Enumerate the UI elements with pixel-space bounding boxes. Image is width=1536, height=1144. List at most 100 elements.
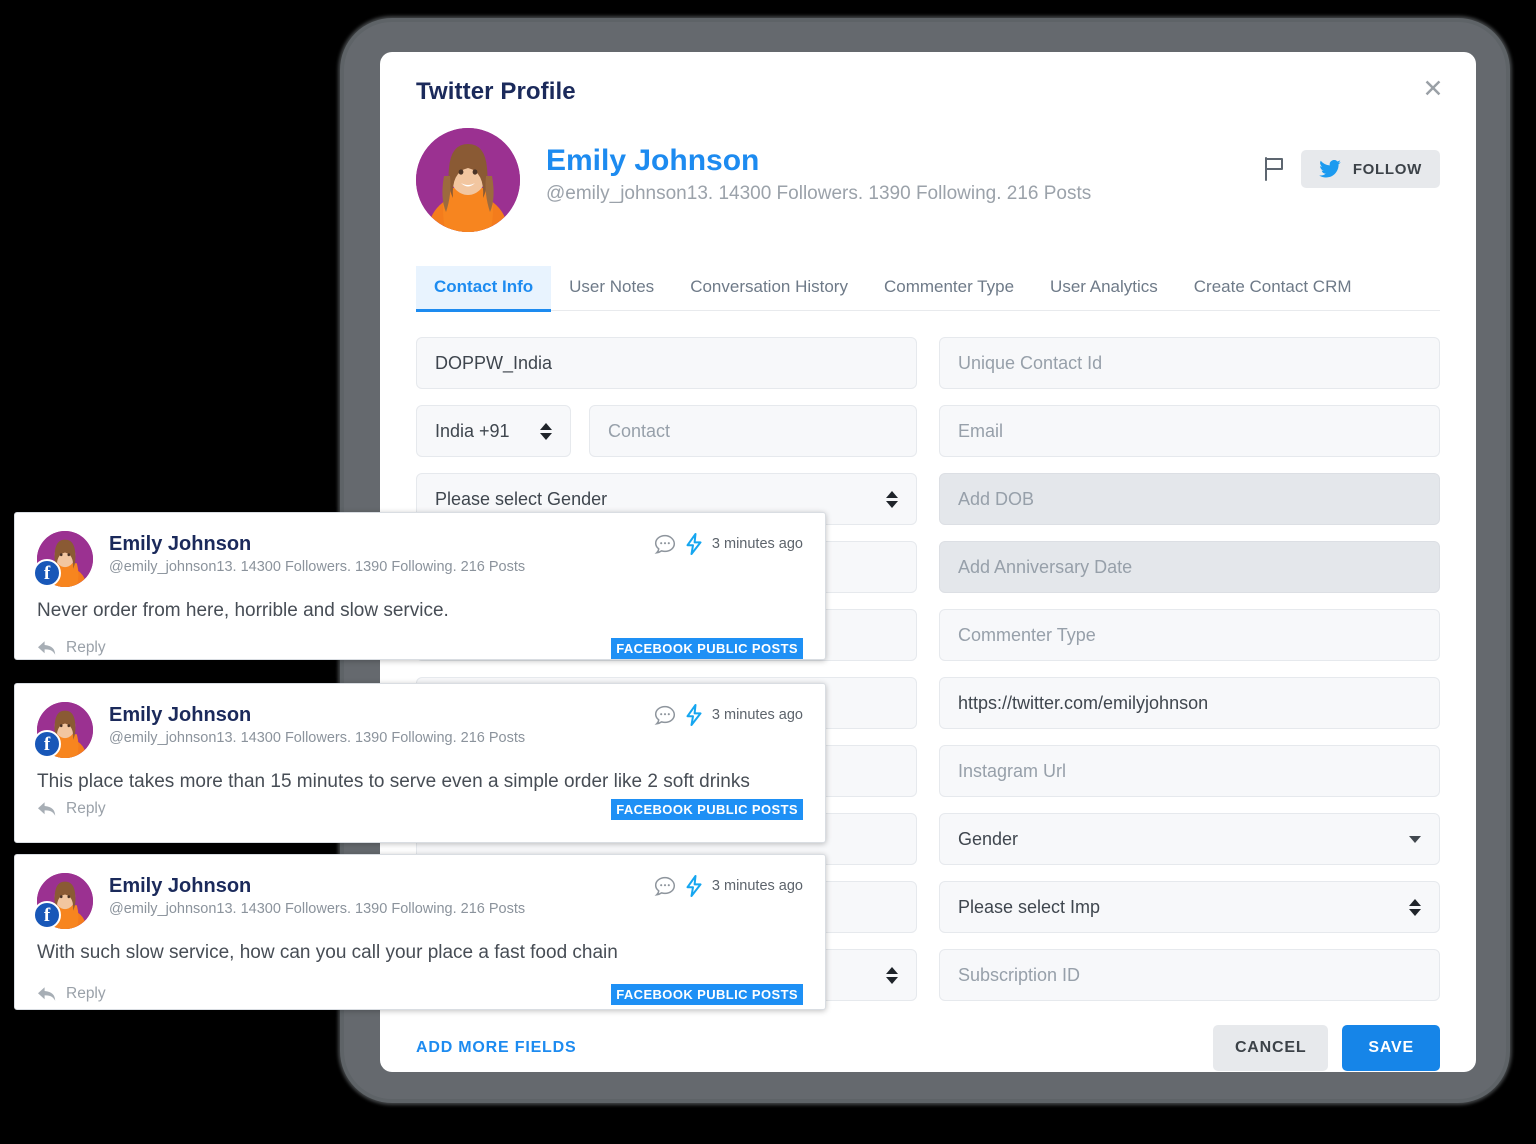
comment-author: Emily Johnson @emily_johnson13. 14300 Fo… bbox=[109, 702, 525, 746]
tab-commenter-type[interactable]: Commenter Type bbox=[866, 266, 1032, 310]
save-button[interactable]: SAVE bbox=[1342, 1025, 1440, 1071]
comment-header: f Emily Johnson @emily_johnson13. 14300 … bbox=[33, 873, 803, 929]
gender-select-left-value: Please select Gender bbox=[435, 488, 608, 509]
comment-avatar-wrap: f bbox=[33, 531, 93, 587]
comment-header: f Emily Johnson @emily_johnson13. 14300 … bbox=[33, 702, 803, 758]
tab-bar: Contact Info User Notes Conversation His… bbox=[416, 266, 1440, 312]
comment-footer: Reply FACEBOOK PUBLIC POSTS bbox=[37, 798, 803, 820]
comment-body: This place takes more than 15 minutes to… bbox=[37, 771, 750, 792]
email-field[interactable]: Email bbox=[939, 405, 1440, 457]
name-field[interactable]: DOPPW_India bbox=[416, 337, 917, 389]
comment-meta: 3 minutes ago bbox=[654, 533, 803, 555]
imp-select-value: Please select Imp bbox=[958, 896, 1101, 917]
profile-header: Emily Johnson @emily_johnson13. 14300 Fo… bbox=[416, 128, 1440, 244]
comment-author: Emily Johnson @emily_johnson13. 14300 Fo… bbox=[109, 531, 525, 575]
subscription-id-field[interactable]: Subscription ID bbox=[939, 949, 1440, 1001]
add-more-fields-link[interactable]: ADD MORE FIELDS bbox=[416, 1039, 576, 1057]
comment-header: f Emily Johnson @emily_johnson13. 14300 … bbox=[33, 531, 803, 587]
flag-icon[interactable] bbox=[1263, 157, 1285, 181]
profile-stats: @emily_johnson13. 14300 Followers. 1390 … bbox=[546, 183, 1092, 204]
stepper-arrows-icon bbox=[886, 966, 898, 984]
comment-card: f Emily Johnson @emily_johnson13. 14300 … bbox=[14, 854, 826, 1010]
reply-button[interactable]: Reply bbox=[37, 800, 106, 818]
footer-buttons: CANCEL SAVE bbox=[1212, 1025, 1440, 1071]
profile-actions: FOLLOW bbox=[1263, 150, 1440, 188]
comment-meta: 3 minutes ago bbox=[654, 704, 803, 726]
reply-arrow-icon bbox=[38, 986, 56, 1001]
lightning-bolt-icon[interactable] bbox=[685, 704, 703, 726]
dob-field[interactable]: Add DOB bbox=[939, 473, 1440, 525]
country-code-value: India +91 bbox=[435, 420, 510, 441]
page-title: Twitter Profile bbox=[416, 78, 576, 105]
comment-meta: 3 minutes ago bbox=[654, 875, 803, 897]
contact-row: India +91 Contact bbox=[416, 405, 917, 457]
comment-author-stats: @emily_johnson13. 14300 Followers. 1390 … bbox=[109, 559, 526, 575]
facebook-icon: f bbox=[33, 901, 61, 929]
status-badge: FACEBOOK PUBLIC POSTS bbox=[611, 637, 803, 659]
comment-avatar-wrap: f bbox=[33, 702, 93, 758]
gender-dropdown[interactable]: Gender bbox=[939, 813, 1440, 865]
commenter-type-field[interactable]: Commenter Type bbox=[939, 609, 1440, 661]
anniversary-date-field[interactable]: Add Anniversary Date bbox=[939, 541, 1440, 593]
lightning-bolt-icon[interactable] bbox=[685, 533, 703, 555]
reply-label: Reply bbox=[66, 639, 106, 657]
imp-select[interactable]: Please select Imp bbox=[939, 881, 1440, 933]
comment-card: f Emily Johnson @emily_johnson13. 14300 … bbox=[14, 683, 826, 843]
reply-label: Reply bbox=[66, 985, 106, 1003]
country-code-select[interactable]: India +91 bbox=[416, 405, 571, 457]
comment-author-name: Emily Johnson bbox=[109, 704, 252, 726]
contact-input[interactable]: Contact bbox=[589, 405, 917, 457]
reply-button[interactable]: Reply bbox=[37, 639, 106, 657]
tab-create-contact-crm[interactable]: Create Contact CRM bbox=[1176, 266, 1370, 310]
lightning-bolt-icon[interactable] bbox=[685, 875, 703, 897]
comment-body: With such slow service, how can you call… bbox=[37, 942, 618, 963]
stepper-arrows-icon bbox=[1409, 898, 1421, 916]
comment-avatar-wrap: f bbox=[33, 873, 93, 929]
close-icon[interactable]: ✕ bbox=[1418, 74, 1448, 104]
profile-name: Emily Johnson bbox=[546, 144, 760, 177]
avatar-image bbox=[416, 128, 520, 232]
twitter-bird-icon bbox=[1319, 160, 1341, 178]
chevron-down-icon bbox=[1409, 835, 1421, 843]
twitter-url-field[interactable]: https://twitter.com/emilyjohnson bbox=[939, 677, 1440, 729]
facebook-icon: f bbox=[33, 730, 61, 758]
form-right-column: Unique Contact Id Email Add DOB Add Anni… bbox=[939, 337, 1440, 1001]
tab-user-notes[interactable]: User Notes bbox=[551, 266, 672, 310]
comment-author-stats: @emily_johnson13. 14300 Followers. 1390 … bbox=[109, 901, 526, 917]
chat-bubble-icon[interactable] bbox=[654, 705, 676, 726]
stepper-arrows-icon bbox=[540, 422, 552, 440]
comment-author: Emily Johnson @emily_johnson13. 14300 Fo… bbox=[109, 873, 525, 917]
comment-body: Never order from here, horrible and slow… bbox=[37, 600, 449, 621]
modal-footer: ADD MORE FIELDS CANCEL SAVE bbox=[416, 1025, 1440, 1071]
tab-conversation-history[interactable]: Conversation History bbox=[672, 266, 866, 310]
reply-label: Reply bbox=[66, 800, 106, 818]
comment-author-stats: @emily_johnson13. 14300 Followers. 1390 … bbox=[109, 730, 526, 746]
status-badge: FACEBOOK PUBLIC POSTS bbox=[611, 798, 803, 820]
comment-footer: Reply FACEBOOK PUBLIC POSTS bbox=[37, 983, 803, 1005]
tab-contact-info[interactable]: Contact Info bbox=[416, 266, 552, 312]
comment-author-name: Emily Johnson bbox=[109, 533, 252, 555]
follow-button-label: FOLLOW bbox=[1352, 160, 1422, 178]
cancel-button[interactable]: CANCEL bbox=[1212, 1025, 1329, 1071]
avatar bbox=[416, 128, 520, 232]
unique-contact-id-field[interactable]: Unique Contact Id bbox=[939, 337, 1440, 389]
comment-card: f Emily Johnson @emily_johnson13. 14300 … bbox=[14, 512, 826, 660]
chat-bubble-icon[interactable] bbox=[654, 534, 676, 555]
reply-arrow-icon bbox=[38, 801, 56, 816]
profile-meta: Emily Johnson @emily_johnson13. 14300 Fo… bbox=[546, 128, 1091, 205]
stepper-arrows-icon bbox=[886, 490, 898, 508]
chat-bubble-icon[interactable] bbox=[654, 876, 676, 897]
facebook-icon: f bbox=[33, 559, 61, 587]
reply-button[interactable]: Reply bbox=[37, 985, 106, 1003]
status-badge: FACEBOOK PUBLIC POSTS bbox=[611, 983, 803, 1005]
comment-footer: Reply FACEBOOK PUBLIC POSTS bbox=[37, 637, 803, 659]
comment-timestamp: 3 minutes ago bbox=[711, 536, 803, 552]
comment-author-name: Emily Johnson bbox=[109, 875, 252, 897]
screenshot-root: Twitter Profile ✕ Emily Johnson @emily_j… bbox=[0, 0, 1536, 1144]
instagram-url-field[interactable]: Instagram Url bbox=[939, 745, 1440, 797]
tab-user-analytics[interactable]: User Analytics bbox=[1032, 266, 1176, 310]
comment-timestamp: 3 minutes ago bbox=[711, 878, 803, 894]
gender-dropdown-value: Gender bbox=[958, 828, 1019, 849]
reply-arrow-icon bbox=[38, 640, 56, 655]
follow-button[interactable]: FOLLOW bbox=[1300, 150, 1440, 188]
